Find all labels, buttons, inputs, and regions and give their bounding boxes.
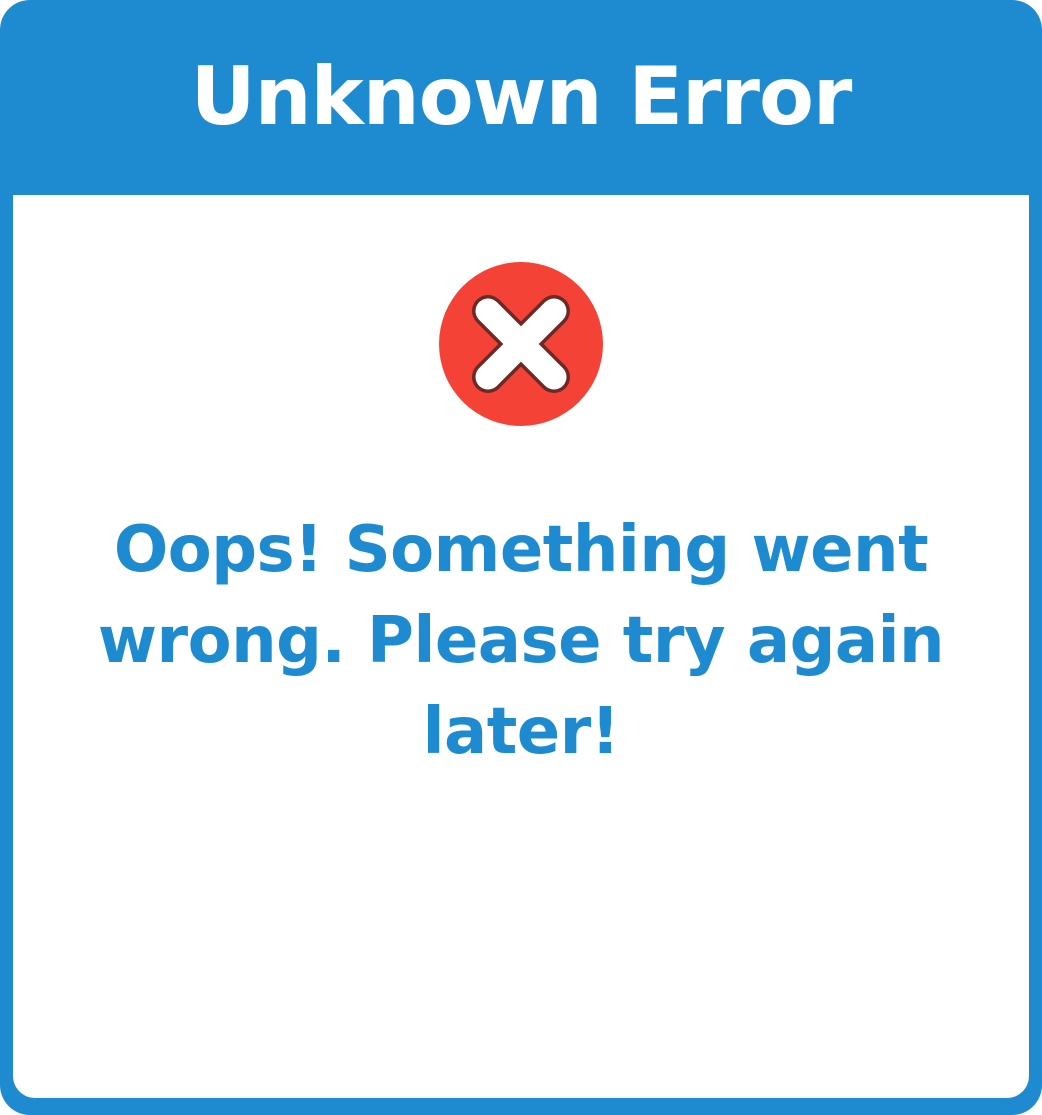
error-x-circle-icon [439,262,603,426]
error-message: Oops! Something went wrong. Please try a… [97,513,945,769]
dialog-body: Oops! Something went wrong. Please try a… [13,195,1029,1098]
dialog-header: Unknown Error [0,0,1042,195]
error-dialog: Unknown Error Oops! Something went wrong… [0,0,1042,1115]
dialog-title: Unknown Error [190,49,853,143]
